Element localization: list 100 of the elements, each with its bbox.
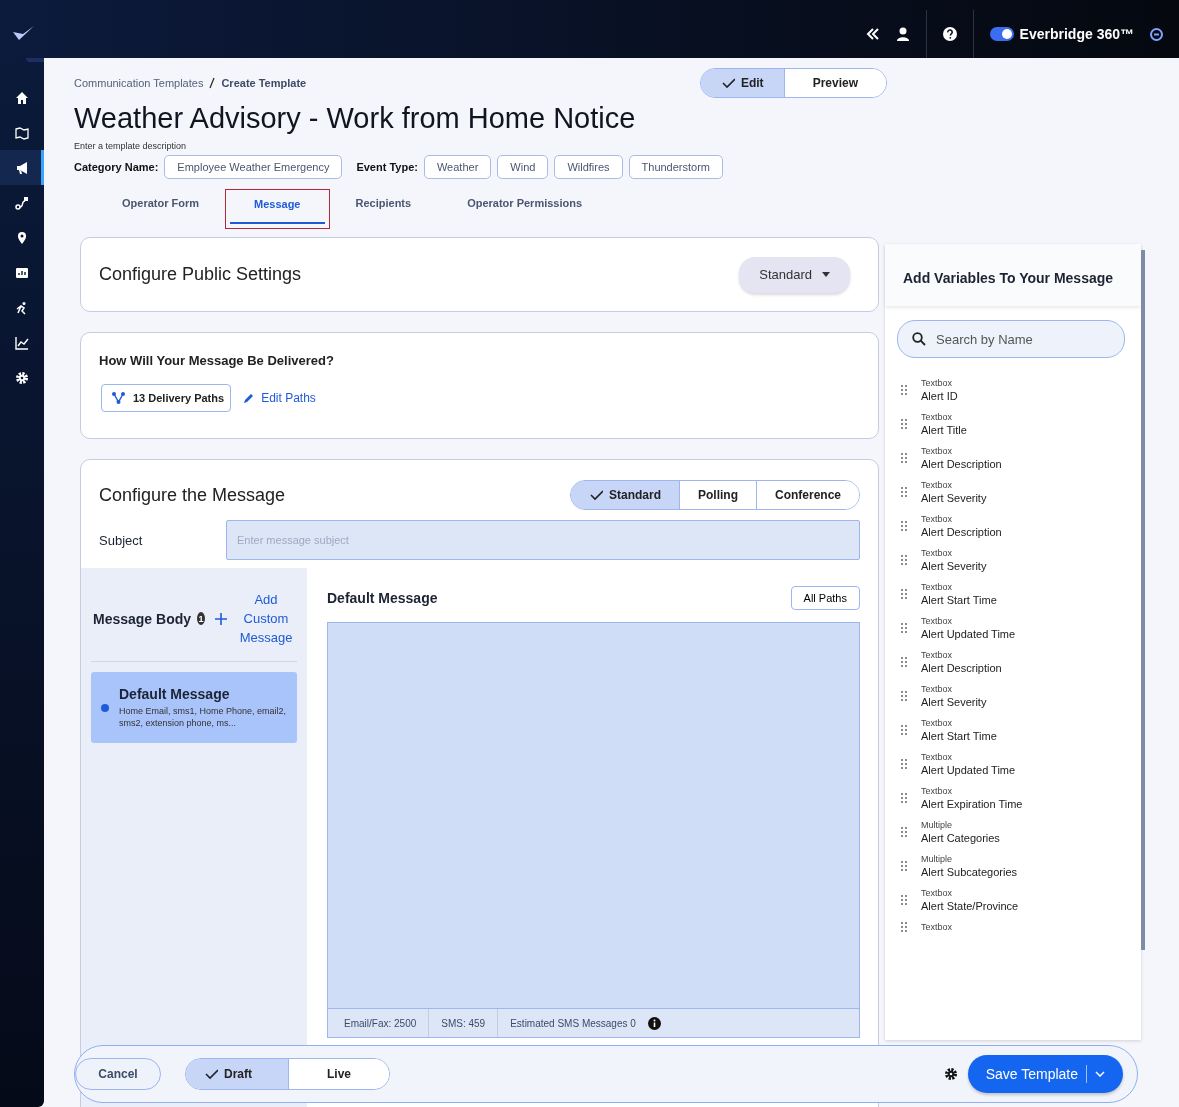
variable-item[interactable]: Textbox Alert Severity (901, 480, 1141, 504)
plus-icon (215, 612, 227, 625)
mode-toggle-button[interactable]: Preview (783, 69, 886, 97)
drag-handle-icon (901, 922, 907, 932)
tab[interactable]: Message (230, 190, 325, 224)
variable-name: Alert Severity (921, 560, 987, 572)
variable-item[interactable]: Textbox Alert Updated Time (901, 616, 1141, 640)
variable-item[interactable]: Textbox Alert Start Time (901, 582, 1141, 606)
variable-item[interactable]: Multiple Alert Subcategories (901, 854, 1141, 878)
pencil-icon (243, 392, 256, 404)
variable-name: Alert Description (921, 458, 1002, 470)
line-chart-icon (15, 335, 29, 350)
tab[interactable]: Operator Permissions (443, 189, 607, 229)
variable-type: Textbox (921, 888, 954, 898)
drag-handle-icon (901, 521, 907, 531)
subject-field[interactable]: Enter message subject (226, 520, 860, 560)
variable-type: Textbox (921, 718, 954, 728)
check-icon (720, 76, 735, 90)
save-template-button[interactable]: Save Template (967, 1055, 1123, 1093)
variable-name: Alert Start Time (921, 594, 997, 606)
message-title: Default Message (119, 686, 231, 702)
editor-title: Default Message (327, 590, 438, 606)
drag-handle-icon (901, 725, 907, 735)
dashboard-icon (15, 265, 29, 280)
page-title: Weather Advisory - Work from Home Notice (74, 102, 637, 135)
tab[interactable]: Operator Form (98, 189, 223, 229)
variable-item[interactable]: Textbox Alert State/Province (901, 888, 1141, 912)
variable-item[interactable]: Textbox Alert Severity (901, 684, 1141, 708)
toggle-switch[interactable] (989, 27, 1014, 41)
variable-item[interactable]: Textbox Alert Start Time (901, 718, 1141, 742)
chevron-down-icon (1095, 1071, 1105, 1077)
variable-item[interactable]: Textbox Alert Title (901, 412, 1141, 436)
user-icon (895, 27, 910, 41)
event-type-chip: Thunderstorm (628, 155, 724, 179)
variable-name: Alert Categories (921, 832, 1000, 844)
message-paths: Home Email, sms1, Home Phone, email2, sms2, extension phone, ms... (119, 705, 287, 729)
mode-toggle-button[interactable]: Edit (700, 69, 784, 97)
category-chip: Employee Weather Emergency (164, 155, 343, 179)
cancel-button[interactable]: Cancel (75, 1058, 161, 1090)
visibility-dropdown[interactable]: Standard (739, 256, 850, 293)
variable-type: Textbox (921, 446, 954, 456)
subject-label: Subject (99, 532, 144, 548)
route-icon (15, 195, 29, 210)
delivery-paths-button[interactable]: 13 Delivery Paths (101, 384, 232, 412)
check-icon (204, 1067, 218, 1081)
drag-handle-icon (901, 759, 907, 769)
variable-type: Textbox (921, 480, 954, 490)
home-icon (15, 90, 29, 105)
tab[interactable]: Recipients (331, 189, 436, 229)
variable-item[interactable]: Multiple Alert Categories (901, 820, 1141, 844)
variable-type: Textbox (921, 922, 953, 932)
breadcrumb-separator (209, 77, 216, 89)
drag-handle-icon (901, 453, 907, 463)
drag-handle-icon (901, 419, 907, 429)
card-title: Configure the Message (99, 484, 286, 506)
variable-item[interactable]: Textbox Alert Updated Time (901, 752, 1141, 776)
variable-name: Alert Expiration Time (921, 798, 1023, 810)
location-pin-icon (15, 230, 29, 245)
message-type-button[interactable]: Conference (755, 481, 859, 509)
variable-item[interactable]: Textbox Alert Description (901, 650, 1141, 674)
info-icon (647, 1016, 661, 1030)
collapse-icon (865, 28, 880, 40)
variable-item[interactable]: Textbox Alert Description (901, 446, 1141, 470)
megaphone-icon (15, 160, 29, 175)
drag-handle-icon (901, 487, 907, 497)
status-toggle-button[interactable]: Live (288, 1059, 390, 1089)
drag-handle-icon (901, 623, 907, 633)
variable-item[interactable]: Textbox Alert Severity (901, 548, 1141, 572)
caret-icon (822, 272, 830, 277)
add-custom-message-link[interactable]: Add Custom Message (215, 590, 297, 647)
status-toggle-button[interactable]: Draft (186, 1059, 288, 1089)
selected-dot-icon (101, 704, 109, 712)
drag-handle-icon (901, 691, 907, 701)
all-paths-button[interactable]: All Paths (790, 586, 860, 610)
variable-item[interactable]: Textbox Alert Expiration Time (901, 786, 1141, 810)
variable-type: Multiple (921, 854, 953, 864)
variable-name: Alert Subcategories (921, 866, 1017, 878)
breadcrumb-link[interactable]: Communication Templates (74, 77, 204, 89)
drag-handle-icon (901, 793, 907, 803)
variable-type: Textbox (921, 412, 954, 422)
drag-handle-icon (901, 385, 907, 395)
variable-type: Multiple (921, 820, 953, 830)
count-badge: 1 (197, 612, 205, 625)
variable-type: Textbox (921, 514, 954, 524)
message-item[interactable]: Default Message Home Email, sms1, Home Phone, email2, sms2, extension phone, ms... (91, 672, 297, 743)
search-field[interactable]: Search by Name (897, 320, 1125, 358)
variable-name: Alert Severity (921, 696, 987, 708)
variable-name: Alert Severity (921, 492, 987, 504)
variable-item[interactable]: Textbox (901, 922, 1141, 932)
message-type-button[interactable]: Standard (570, 481, 679, 509)
drag-handle-icon (901, 589, 907, 599)
nav-item[interactable] (0, 150, 44, 185)
category-label: Category Name: (74, 161, 159, 173)
edit-paths-link[interactable]: Edit Paths (243, 391, 316, 405)
card-title: Configure Public Settings (99, 264, 302, 285)
variable-item[interactable]: Textbox Alert ID (901, 378, 1141, 402)
description-field[interactable]: Enter a template description (74, 141, 879, 151)
variable-type: Textbox (921, 548, 954, 558)
variable-name: Alert ID (921, 390, 958, 402)
variable-item[interactable]: Textbox Alert Description (901, 514, 1141, 538)
